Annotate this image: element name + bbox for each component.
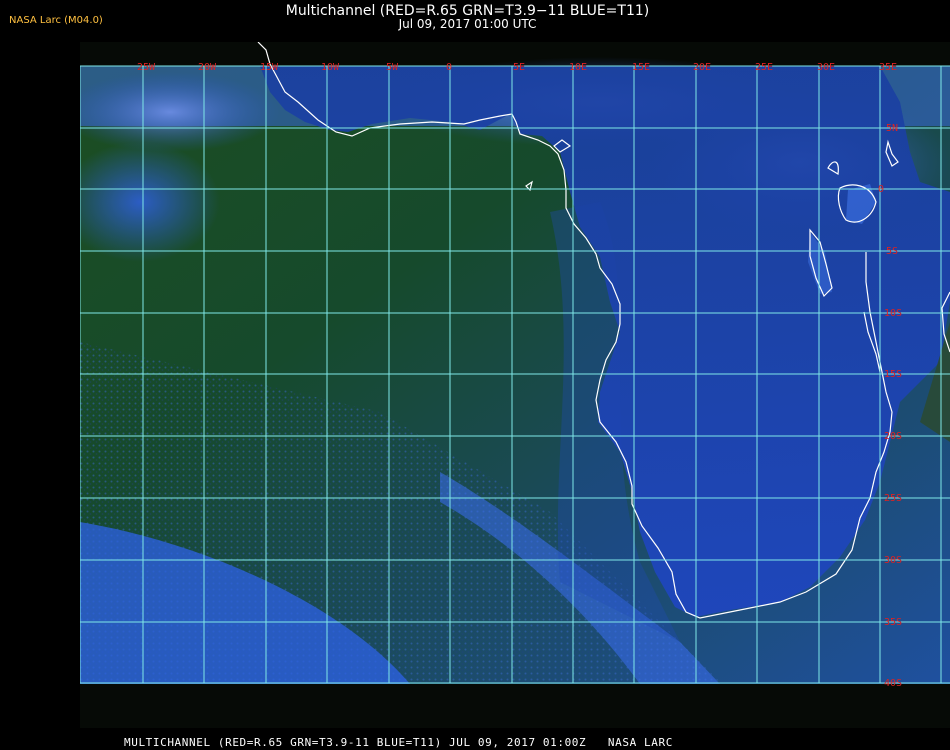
lat-label: 20S [884,431,902,442]
lat-label: 10S [884,308,902,319]
lon-label: 15E [632,62,650,73]
lat-label: 5S [886,246,898,257]
lon-label: 30E [817,62,835,73]
lon-label: 20W [198,62,217,73]
lon-label: 0 [446,62,452,73]
satellite-image: 25W 20W 15W 10W 5W 0 5E 10E 15E 20E 25E … [80,42,950,689]
lat-label: 30S [884,555,902,566]
lon-label: 35E [879,62,897,73]
lon-label: 5W [386,62,399,73]
lon-label: 15W [260,62,279,73]
lat-label: 25S [884,493,902,504]
lat-label: 15S [884,369,902,380]
footer-caption: MULTICHANNEL (RED=R.65 GRN=T3.9-11 BLUE=… [124,736,673,749]
lat-label: 40S [884,678,902,689]
lon-label: 10W [321,62,340,73]
image-timestamp: Jul 09, 2017 01:00 UTC [398,17,537,31]
lon-label: 5E [513,62,525,73]
lon-label: 10E [569,62,587,73]
lon-label: 20E [693,62,711,73]
lon-label: 25E [755,62,773,73]
lon-label: 25W [137,62,156,73]
satellite-map: 25W 20W 15W 10W 5W 0 5E 10E 15E 20E 25E … [80,42,950,728]
lat-label: 5N [886,123,898,134]
lat-label: 35S [884,617,902,628]
lat-label: 0 [878,184,884,195]
